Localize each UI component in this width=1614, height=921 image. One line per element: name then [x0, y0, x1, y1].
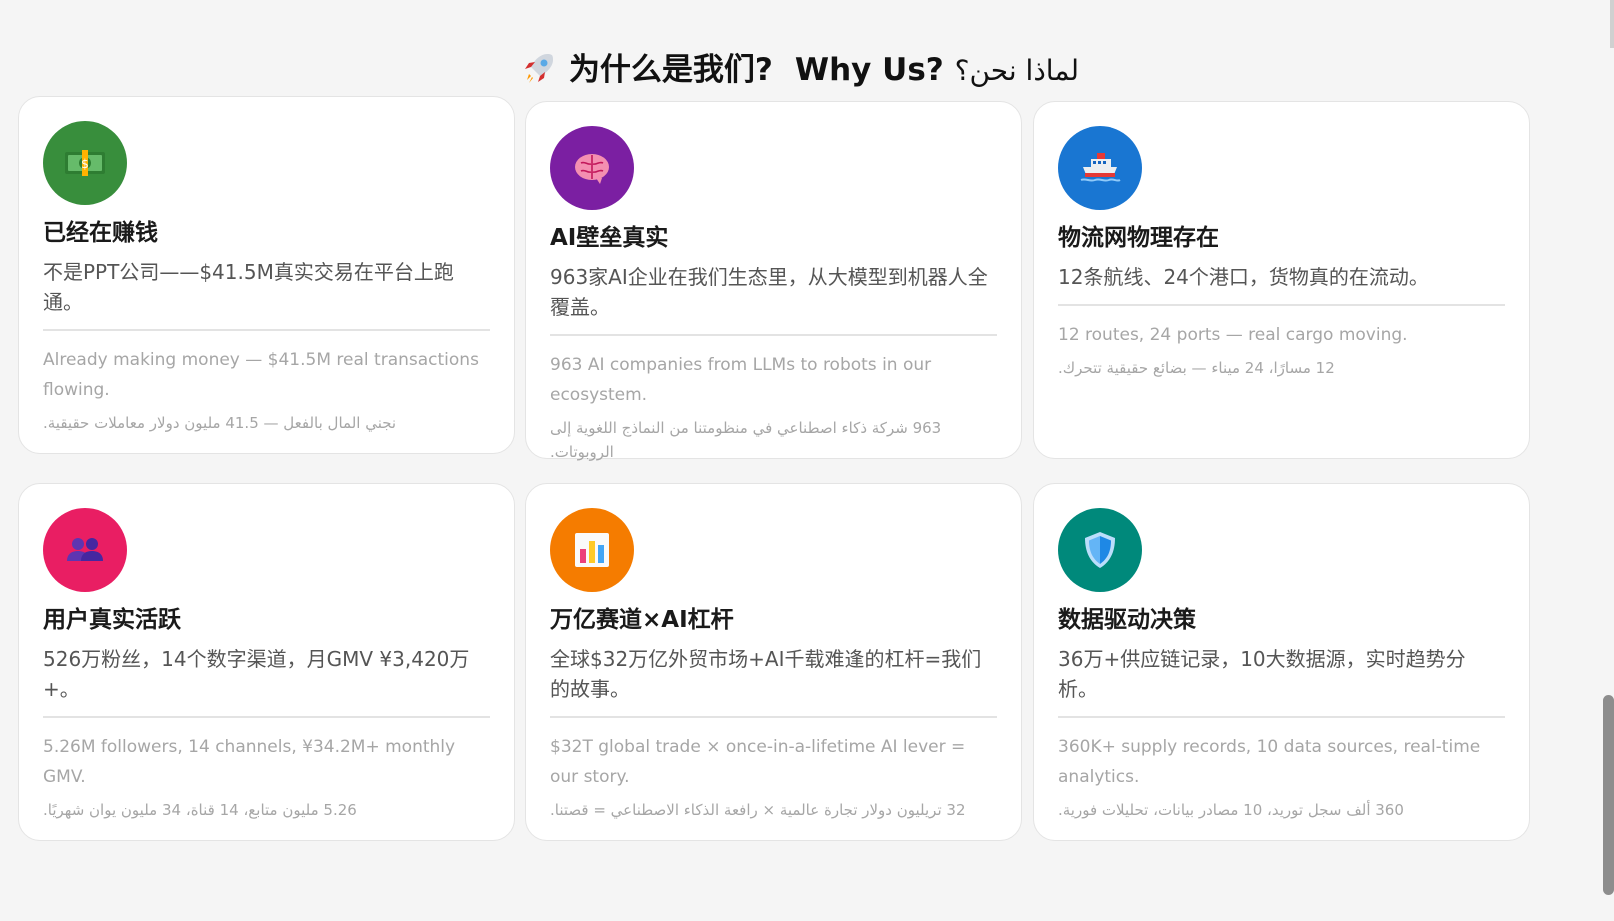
icon-badge [1058, 126, 1142, 210]
icon-badge [1058, 508, 1142, 592]
card-description-en: 5.26M followers, 14 channels, ¥34.2M+ mo… [43, 737, 456, 787]
svg-text:$: $ [81, 157, 89, 171]
money-icon: $ [65, 150, 105, 176]
card-making-money: $ 已经在赚钱 不是PPT公司——$41.5M真实交易在平台上跑通。 Alrea… [18, 96, 515, 454]
card-active-users: 用户真实活跃 526万粉丝，14个数字渠道，月GMV ¥3,420万+。 5.2… [18, 483, 515, 841]
card-description-zh: 12条航线、24个港口，货物真的在流动。 [1058, 265, 1429, 289]
card-data-driven: 数据驱动决策 36万+供应链记录，10大数据源，实时趋势分析。 360K+ su… [1033, 483, 1530, 841]
card-title: 万亿赛道×AI杠杆 [550, 607, 734, 633]
rocket-icon [524, 54, 553, 83]
card-description-ar: 360 ألف سجل توريد، 10 مصادر بيانات، تحلي… [1058, 801, 1404, 819]
card-ai-moat: AI壁垒真实 963家AI企业在我们生态里，从大模型到机器人全覆盖。 963 A… [525, 101, 1022, 461]
divider [43, 716, 490, 718]
card-description-en: 360K+ supply records, 10 data sources, r… [1058, 737, 1481, 787]
bar-chart-icon [575, 533, 609, 567]
why-us-page: 为什么是我们? Why Us? لماذا نحن؟ $ 已经在赚钱 不是PPT公… [0, 0, 1614, 921]
brain-icon [575, 154, 609, 184]
title-ar: لماذا نحن؟ [954, 54, 1080, 87]
card-title: AI壁垒真实 [550, 225, 669, 251]
icon-badge [43, 508, 127, 592]
icon-badge [550, 126, 634, 210]
title-en: Why Us? [794, 52, 944, 88]
title-zh: 为什么是我们? [568, 52, 773, 88]
card-description-en: Already making money — $41.5M real trans… [43, 350, 479, 400]
card-description-en: 963 AI companies from LLMs to robots in … [550, 355, 932, 405]
scrollbar-thumb[interactable] [1603, 695, 1614, 895]
card-description-en: $32T global trade × once-in-a-lifetime A… [550, 737, 966, 787]
divider [550, 334, 997, 336]
card-trillion-market: 万亿赛道×AI杠杆 全球$32万亿外贸市场+AI千载难逢的杠杆=我们的故事。 $… [525, 483, 1022, 841]
divider [1058, 304, 1505, 306]
card-description-en: 12 routes, 24 ports — real cargo moving. [1058, 325, 1408, 345]
card-title: 用户真实活跃 [43, 607, 181, 633]
card-title: 物流网物理存在 [1058, 225, 1219, 251]
card-description-ar: 963 شركة ذكاء اصطناعي في منظومتنا من الن… [550, 419, 942, 461]
shield-icon [1085, 532, 1115, 568]
card-description-ar: 5.26 مليون متابع، 14 قناة، 34 مليون يوان… [43, 801, 357, 819]
users-icon [67, 538, 103, 561]
ship-icon [1080, 153, 1121, 182]
card-title: 数据驱动决策 [1058, 607, 1196, 633]
card-description-zh: 全球$32万亿外贸市场+AI千载难逢的杠杆=我们的故事。 [550, 647, 982, 701]
card-description-zh: 963家AI企业在我们生态里，从大模型到机器人全覆盖。 [550, 265, 988, 319]
icon-badge: $ [43, 121, 127, 205]
card-description-ar: نجني المال بالفعل — 41.5 مليون دولار معا… [43, 414, 397, 432]
divider [1058, 716, 1505, 718]
section-title: 为什么是我们? Why Us? لماذا نحن؟ [0, 44, 1600, 89]
card-description-ar: 12 مسارًا، 24 ميناء — بضائع حقيقية تتحرك… [1058, 359, 1335, 377]
scrollbar-track-edge [1610, 0, 1614, 48]
card-title: 已经在赚钱 [43, 220, 158, 246]
icon-badge [550, 508, 634, 592]
divider [43, 329, 490, 331]
card-logistics: 物流网物理存在 12条航线、24个港口，货物真的在流动。 12 routes, … [1033, 101, 1530, 459]
divider [550, 716, 997, 718]
card-description-zh: 36万+供应链记录，10大数据源，实时趋势分析。 [1058, 647, 1466, 701]
card-description-zh: 526万粉丝，14个数字渠道，月GMV ¥3,420万+。 [43, 647, 470, 701]
card-description-ar: 32 تريليون دولار تجارة عالمية × رافعة ال… [550, 801, 966, 819]
card-description-zh: 不是PPT公司——$41.5M真实交易在平台上跑通。 [43, 260, 454, 314]
